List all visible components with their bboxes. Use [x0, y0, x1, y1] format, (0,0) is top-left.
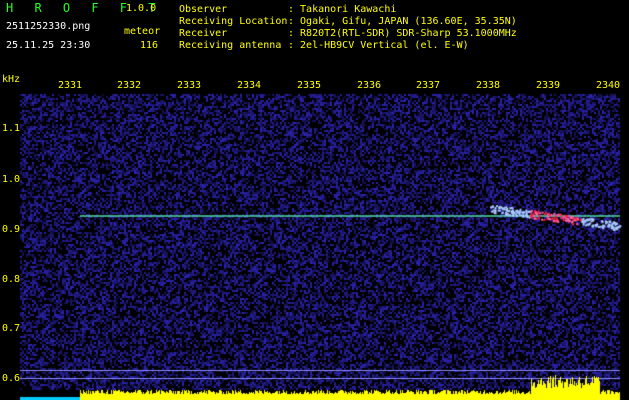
y-tick-0-7: 0.7	[2, 323, 21, 334]
y-unit-label: kHz	[2, 74, 21, 85]
count-value: 116	[140, 40, 159, 51]
info-value-observer: : Takanori Kawachi	[288, 4, 397, 15]
header-panel: H R O F F T 1.0.0 2511252330.png meteor …	[0, 0, 629, 72]
category-label: meteor	[124, 26, 161, 37]
info-value-receiver: : R820T2(RTL-SDR) SDR-Sharp 53.1000MHz	[288, 28, 517, 39]
info-value-antenna: : 2el-HB9CV Vertical (el. E-W)	[288, 40, 469, 51]
x-tick-2337: 2337	[416, 80, 441, 91]
y-tick-1-1: 1.1	[2, 123, 21, 134]
app-version: 1.0.0	[126, 3, 157, 14]
info-label-receiver: Receiver	[179, 28, 228, 39]
info-label-observer: Observer	[179, 4, 228, 15]
y-tick-1-0: 1.0	[2, 174, 21, 185]
info-value-location: : Ogaki, Gifu, JAPAN (136.60E, 35.35N)	[288, 16, 517, 27]
x-tick-2334: 2334	[237, 80, 262, 91]
y-tick-0-9: 0.9	[2, 224, 21, 235]
x-tick-2338: 2338	[476, 80, 501, 91]
datetime: 25.11.25 23:30	[6, 40, 91, 51]
x-tick-2339: 2339	[536, 80, 561, 91]
x-tick-2332: 2332	[117, 80, 142, 91]
x-tick-2331: 2331	[58, 80, 83, 91]
x-tick-2340: 2340	[596, 80, 621, 91]
y-tick-0-8: 0.8	[2, 274, 21, 285]
x-tick-2333: 2333	[177, 80, 202, 91]
x-tick-2336: 2336	[357, 80, 382, 91]
info-label-location: Receiving Location	[179, 16, 288, 27]
info-label-antenna: Receiving antenna	[179, 40, 282, 51]
filename: 2511252330.png	[6, 21, 91, 32]
y-tick-0-6: 0.6	[2, 373, 21, 384]
x-tick-2335: 2335	[297, 80, 322, 91]
spectrogram-canvas	[0, 72, 629, 400]
